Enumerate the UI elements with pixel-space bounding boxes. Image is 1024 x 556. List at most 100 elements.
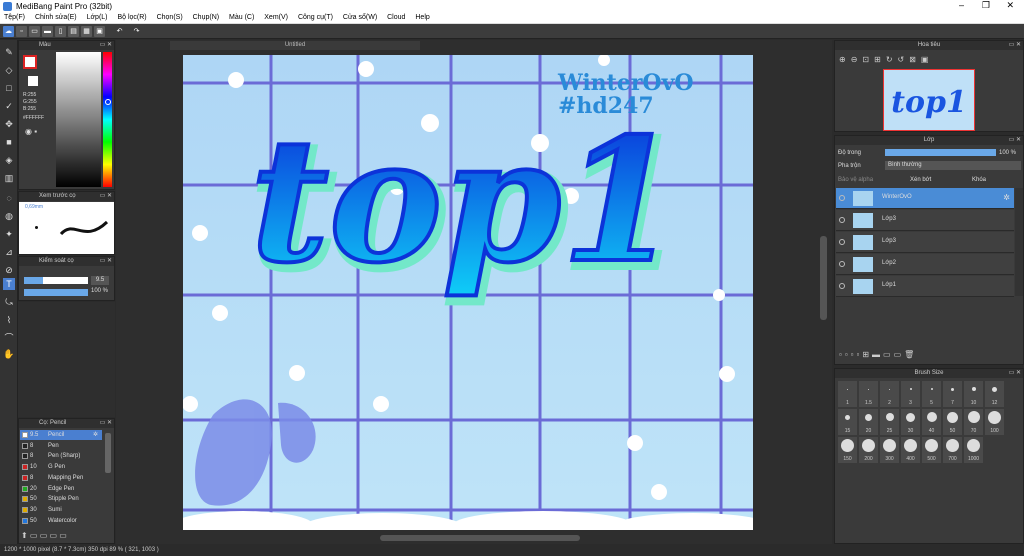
magic-wand-icon[interactable]: ✦ <box>3 228 15 240</box>
saturation-brightness-picker[interactable] <box>56 52 101 187</box>
fill-rect-tool-icon[interactable]: ■ <box>3 136 15 148</box>
new-file-icon[interactable]: ▫ <box>16 26 27 37</box>
menu-view[interactable]: Xem(V) <box>260 13 292 23</box>
brush-size-cell[interactable]: 40 <box>922 409 941 435</box>
canvas-vertical-scrollbar[interactable] <box>820 236 827 320</box>
pencil-tool-icon[interactable]: ✎ <box>3 46 15 58</box>
selection-pen-icon[interactable]: ◍ <box>3 210 15 222</box>
hue-slider[interactable] <box>103 52 112 187</box>
menu-filter[interactable]: Bộ lọc(R) <box>113 13 150 23</box>
menu-help[interactable]: Help <box>411 13 433 23</box>
dropper-icon[interactable]: ⌒ <box>3 332 15 344</box>
brush-size-cell[interactable]: 1 <box>838 381 857 407</box>
redo-icon[interactable]: ↷ <box>131 26 142 37</box>
bucket-tool-icon[interactable]: ◈ <box>3 154 15 166</box>
brush-opacity-slider[interactable] <box>24 289 88 296</box>
foreground-color-swatch[interactable] <box>23 55 37 69</box>
brush-size-cell[interactable]: 70 <box>964 409 983 435</box>
menu-layer[interactable]: Lớp(L) <box>83 13 112 23</box>
layer-actions-icons[interactable]: ▫▫▫▫⊞▬▭▭🗑 <box>839 350 917 359</box>
menu-edit[interactable]: Chỉnh sửa(E) <box>31 13 81 23</box>
brush-size-cell[interactable]: 200 <box>859 437 878 463</box>
background-color-swatch[interactable] <box>28 76 38 86</box>
hand-tool-icon[interactable]: ✋ <box>3 348 15 360</box>
brush-size-cell[interactable]: 300 <box>880 437 899 463</box>
brush-size-cell[interactable]: 20 <box>859 409 878 435</box>
brush-list-item[interactable]: 20 Edge Pen <box>20 484 102 494</box>
open-file-icon[interactable]: ▭ <box>29 26 40 37</box>
brush-size-cell[interactable]: 3 <box>901 381 920 407</box>
menu-cloud[interactable]: Cloud <box>383 13 409 23</box>
move-tool-icon[interactable]: ✥ <box>3 118 15 130</box>
panel-close-icon[interactable]: ▭ ✕ <box>100 419 112 428</box>
layer-row[interactable]: Lớp3 <box>836 232 1014 253</box>
brush-size-value[interactable]: 9.5 <box>91 276 109 285</box>
brush-list-item[interactable]: 8 Pen (Sharp) <box>20 451 102 461</box>
brush-list-actions-icon[interactable]: ⬆ ▭ ▭ ▭ ▭ <box>21 531 67 540</box>
document-icon[interactable]: ▤ <box>68 26 79 37</box>
panel-close-icon[interactable]: ▭ ✕ <box>1009 41 1021 50</box>
layer-row[interactable]: Lớp3 <box>836 210 1014 231</box>
layer-row[interactable]: Lớp2 <box>836 254 1014 275</box>
brush-size-cell[interactable]: 7 <box>943 381 962 407</box>
menu-color[interactable]: Màu (C) <box>225 13 258 23</box>
canvas-horizontal-scrollbar[interactable] <box>380 535 580 541</box>
brush-list-item[interactable]: 8 Mapping Pen <box>20 473 102 483</box>
brush-size-cell[interactable]: 30 <box>901 409 920 435</box>
eraser-tool-icon[interactable]: ◇ <box>3 64 15 76</box>
layer-row[interactable]: WinterOvO ✲ <box>836 188 1014 209</box>
undo-icon[interactable]: ↶ <box>114 26 125 37</box>
brush-size-cell[interactable]: 700 <box>943 437 962 463</box>
brush-size-cell[interactable]: 15 <box>838 409 857 435</box>
layer-visibility-icon[interactable] <box>839 239 845 245</box>
gradient-tool-icon[interactable]: ▥ <box>3 172 15 184</box>
panel-close-icon[interactable]: ▭ ✕ <box>100 41 112 50</box>
brush-size-cell[interactable]: 1.5 <box>859 381 878 407</box>
brush-settings-icon[interactable]: ✲ <box>93 430 98 440</box>
menu-select[interactable]: Chọn(S) <box>153 13 187 23</box>
brush-size-cell[interactable]: 2 <box>880 381 899 407</box>
page-icon[interactable]: ▯ <box>55 26 66 37</box>
brush-list-item[interactable]: 50 Watercolor <box>20 516 102 526</box>
brush-size-cell[interactable]: 500 <box>922 437 941 463</box>
menu-tools[interactable]: Công cụ(T) <box>294 13 337 23</box>
check-tool-icon[interactable]: ✓ <box>3 100 15 112</box>
brush-list-item[interactable]: 30 Sumi <box>20 505 102 515</box>
protect-alpha-checkbox[interactable]: Bảo vệ alpha <box>838 177 873 183</box>
clipping-checkbox[interactable]: Xén bớt <box>910 177 931 183</box>
layer-scrollbar[interactable] <box>1015 188 1023 296</box>
panel-close-icon[interactable]: ▭ ✕ <box>1009 369 1021 378</box>
brush-list-item[interactable]: 50 Stipple Pen <box>20 494 102 504</box>
panel-close-icon[interactable]: ▭ ✕ <box>100 257 112 266</box>
menu-file[interactable]: Tệp(F) <box>0 13 29 23</box>
brush-list-scrollbar[interactable] <box>105 433 111 473</box>
brush-size-cell[interactable]: 25 <box>880 409 899 435</box>
layer-row[interactable]: Lớp1 <box>836 276 1014 297</box>
save-icon[interactable]: ▣ <box>94 26 105 37</box>
brush-size-cell[interactable]: 1000 <box>964 437 983 463</box>
canvas-tab[interactable]: Untitled <box>170 41 420 50</box>
cloud-icon[interactable]: ☁ <box>3 26 14 37</box>
brush-size-cell[interactable]: 100 <box>985 409 1004 435</box>
brush-size-cell[interactable]: 12 <box>985 381 1004 407</box>
close-icon[interactable]: ✕ <box>1006 0 1014 11</box>
select-pen-icon[interactable]: ⊿ <box>3 246 15 258</box>
brush-list-item[interactable]: 8 Pen <box>20 441 102 451</box>
lasso-select-tool-icon[interactable]: ◌ <box>3 192 15 204</box>
layer-blend-select[interactable]: Bình thường <box>885 161 1021 170</box>
brush-list-item[interactable]: 9.5 Pencil ✲ <box>20 430 102 440</box>
panel-close-icon[interactable]: ▭ ✕ <box>100 192 112 201</box>
eyedropper-icon[interactable]: ⌇ <box>3 314 15 326</box>
drawing-canvas[interactable]: top1 top1 WinterOvO #hd247 <box>183 55 753 530</box>
grid-icon[interactable]: ▦ <box>81 26 92 37</box>
menu-window[interactable]: Cửa sổ(W) <box>339 13 381 23</box>
palette-icon[interactable]: ◉ ▪ <box>25 127 37 136</box>
layer-settings-icon[interactable]: ✲ <box>1003 193 1010 202</box>
brush-size-slider[interactable] <box>24 277 88 284</box>
lock-checkbox[interactable]: Khóa <box>972 177 986 183</box>
brush-size-cell[interactable]: 10 <box>964 381 983 407</box>
hue-handle[interactable] <box>105 99 111 105</box>
select-rect-tool-icon[interactable]: □ <box>3 82 15 94</box>
comment-icon[interactable]: ▬ <box>42 26 53 37</box>
brush-list-item[interactable]: 10 G Pen <box>20 462 102 472</box>
